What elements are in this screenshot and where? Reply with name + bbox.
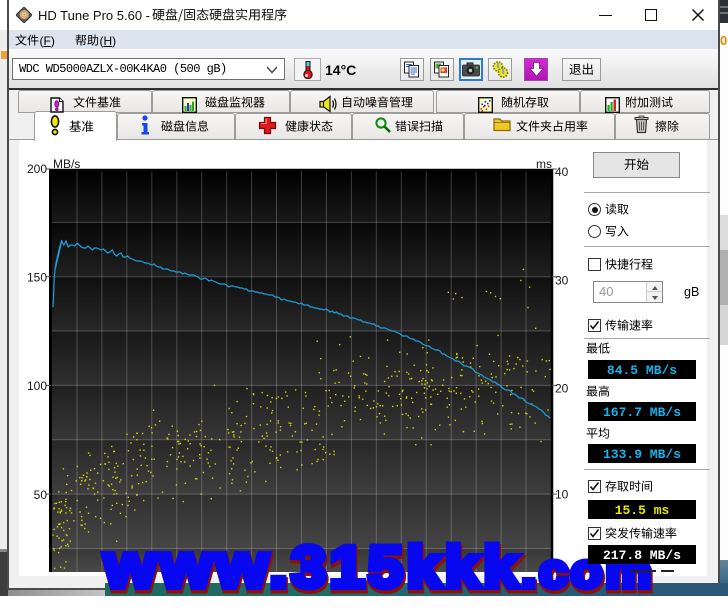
svg-text:10: 10 xyxy=(555,488,569,502)
svg-text:50: 50 xyxy=(34,488,48,502)
svg-text:MB/s: MB/s xyxy=(53,157,80,171)
svg-text:200: 200 xyxy=(27,162,47,176)
svg-text:20: 20 xyxy=(555,382,569,396)
svg-text:ms: ms xyxy=(536,157,552,171)
svg-text:40: 40 xyxy=(555,165,569,179)
svg-text:150: 150 xyxy=(27,271,47,285)
svg-text:30: 30 xyxy=(555,274,569,288)
svg-text:100: 100 xyxy=(27,379,47,393)
